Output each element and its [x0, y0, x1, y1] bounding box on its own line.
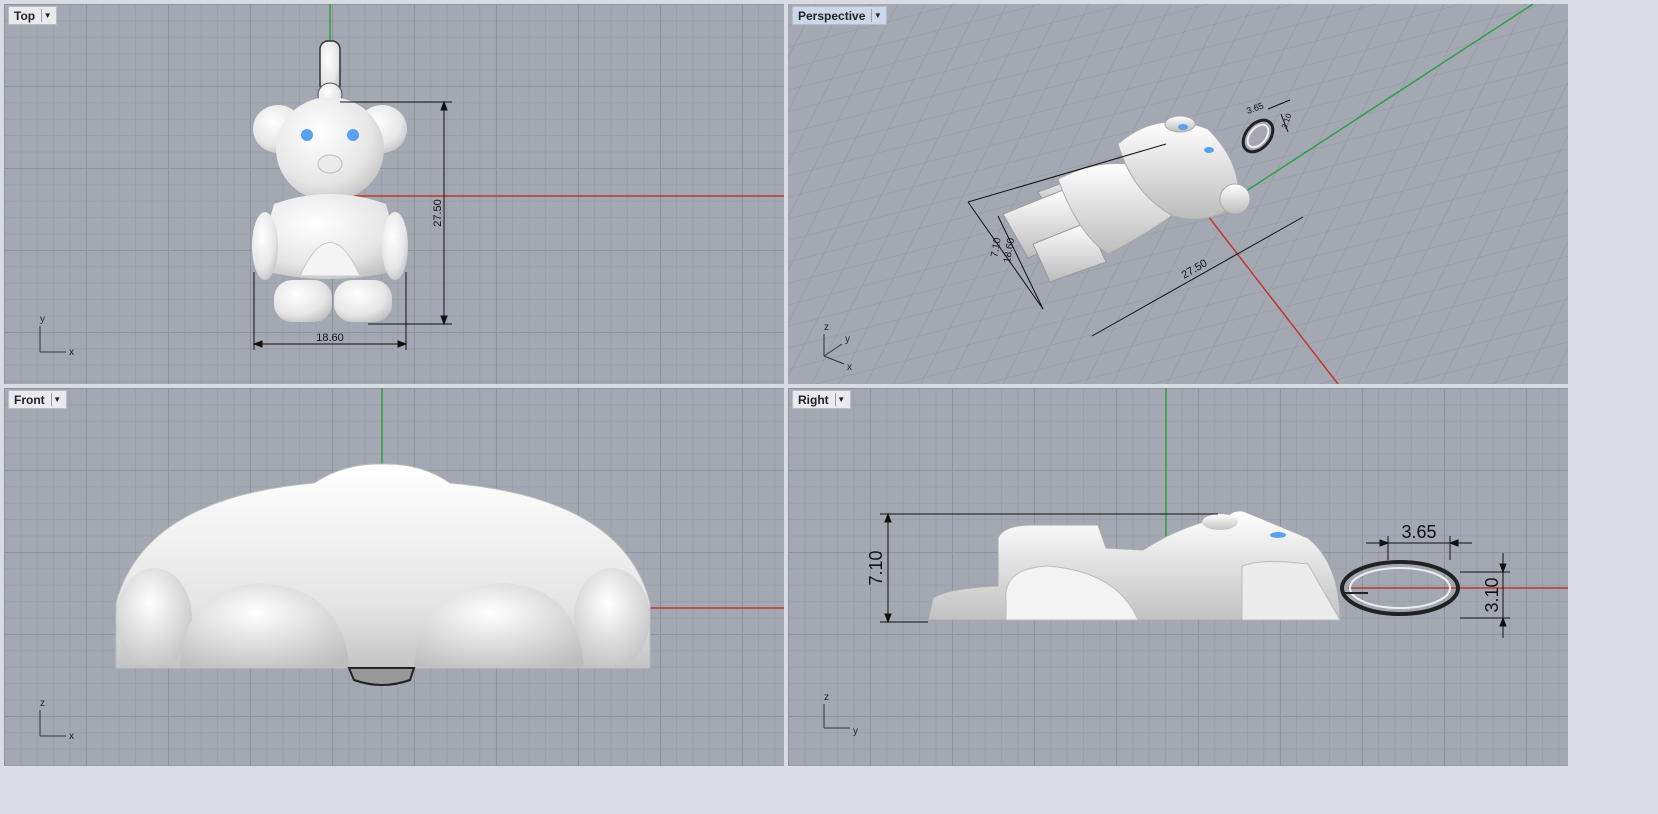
- viewport-right[interactable]: Right ▼ 7.10 3.65 3.10 z y: [788, 388, 1568, 766]
- chevron-down-icon[interactable]: ▼: [871, 9, 883, 22]
- viewport-top[interactable]: Top ▼ 27.50 18.60 y x: [4, 4, 784, 384]
- right-leg: [334, 280, 392, 322]
- viewport-title-right[interactable]: Right ▼: [792, 390, 851, 409]
- axis-a: z: [40, 698, 45, 709]
- left-arm: [116, 568, 192, 668]
- axis-c: x: [847, 362, 852, 373]
- bear-model: [252, 40, 408, 322]
- viewport-title-perspective[interactable]: Perspective ▼: [792, 6, 888, 25]
- viewport-label: Right: [798, 392, 829, 407]
- top-view-scene: 27.50 18.60 y x: [39, 4, 784, 358]
- axis-a: z: [824, 692, 829, 703]
- bear-model: [927, 510, 1460, 621]
- axis-b: x: [69, 731, 74, 742]
- axis-a: y: [40, 314, 45, 325]
- right-eye: [1204, 147, 1214, 153]
- right-arm: [382, 212, 408, 280]
- dim-bail-height-text: 3.10: [1482, 577, 1502, 612]
- axis-a: z: [824, 322, 829, 333]
- right-view-scene: 7.10 3.65 3.10 z y: [823, 388, 1568, 737]
- dim-bail-width-text: 3.65: [1401, 522, 1436, 542]
- dim-height-text: 27.50: [432, 199, 444, 227]
- axis-b: x: [69, 347, 74, 358]
- axis-gizmo: [823, 704, 850, 729]
- viewport-perspective[interactable]: Perspective ▼ 27.50 18.60 7.10 3.65 3.10…: [788, 4, 1568, 384]
- viewport-label: Top: [14, 8, 36, 23]
- viewport-title-front[interactable]: Front ▼: [8, 390, 67, 409]
- head: [276, 97, 384, 201]
- axis-b: y: [853, 726, 858, 737]
- viewport-title-top[interactable]: Top ▼: [8, 6, 58, 25]
- viewport-label: Front: [14, 392, 45, 407]
- chevron-down-icon[interactable]: ▼: [50, 393, 63, 406]
- left-arm: [252, 212, 278, 280]
- dim-width-text: 18.60: [316, 332, 344, 344]
- axis-gizmo: [39, 326, 66, 353]
- right-arm: [574, 568, 650, 668]
- left-leg: [274, 280, 332, 322]
- perspective-scene: 27.50 18.60 7.10 3.65 3.10 z y x: [788, 4, 1568, 384]
- viewport-label: Perspective: [798, 8, 866, 23]
- axis-b: y: [845, 334, 850, 345]
- chevron-down-icon[interactable]: ▼: [834, 393, 847, 406]
- chevron-down-icon[interactable]: ▼: [41, 9, 53, 22]
- left-eye: [301, 129, 313, 141]
- right-eye: [347, 129, 359, 141]
- bear-model: [115, 463, 651, 686]
- dim-thickness-text: 7.10: [866, 550, 886, 585]
- bail-bottom: [347, 667, 416, 686]
- axis-gizmo: [39, 710, 66, 737]
- left-eye: [1178, 124, 1188, 130]
- viewport-front[interactable]: Front ▼ z x: [4, 388, 784, 766]
- eye: [1270, 532, 1286, 538]
- front-view-scene: z x: [39, 388, 784, 742]
